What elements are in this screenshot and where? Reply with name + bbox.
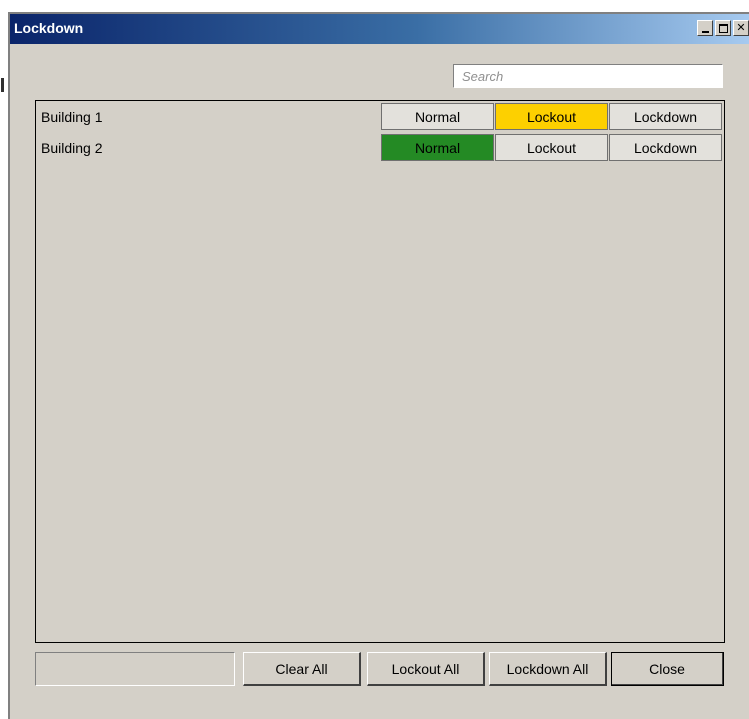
lockout-all-button[interactable]: Lockout All <box>367 652 485 686</box>
minimize-icon <box>701 30 709 33</box>
normal-button[interactable]: Normal <box>381 134 494 161</box>
title-bar[interactable]: Lockdown ✕ <box>10 14 749 44</box>
maximize-icon <box>718 23 728 33</box>
building-name: Building 2 <box>41 140 103 156</box>
lockout-button[interactable]: Lockout <box>495 103 608 130</box>
lockdown-window: Lockdown ✕ Building 1 Normal Lockout Loc… <box>8 12 749 719</box>
lockdown-all-button[interactable]: Lockdown All <box>489 652 607 686</box>
maximize-button[interactable] <box>715 20 731 36</box>
search-input[interactable] <box>454 65 722 87</box>
building-list: Building 1 Normal Lockout Lockdown Build… <box>35 100 725 643</box>
status-field <box>35 652 235 686</box>
minimize-button[interactable] <box>697 20 713 36</box>
close-window-button[interactable]: ✕ <box>733 20 749 36</box>
lockdown-button[interactable]: Lockdown <box>609 134 722 161</box>
building-row: Building 1 Normal Lockout Lockdown <box>36 101 724 131</box>
background-desktop <box>0 0 8 719</box>
building-name: Building 1 <box>41 109 103 125</box>
search-box <box>453 64 723 88</box>
lockout-button[interactable]: Lockout <box>495 134 608 161</box>
normal-button[interactable]: Normal <box>381 103 494 130</box>
building-row: Building 2 Normal Lockout Lockdown <box>36 132 724 162</box>
clear-all-button[interactable]: Clear All <box>243 652 361 686</box>
desktop-fragment <box>1 78 4 92</box>
caption-buttons: ✕ <box>697 20 749 36</box>
window-title: Lockdown <box>14 20 84 36</box>
close-icon: ✕ <box>736 21 746 34</box>
lockdown-button[interactable]: Lockdown <box>609 103 722 130</box>
close-button[interactable]: Close <box>611 652 724 686</box>
